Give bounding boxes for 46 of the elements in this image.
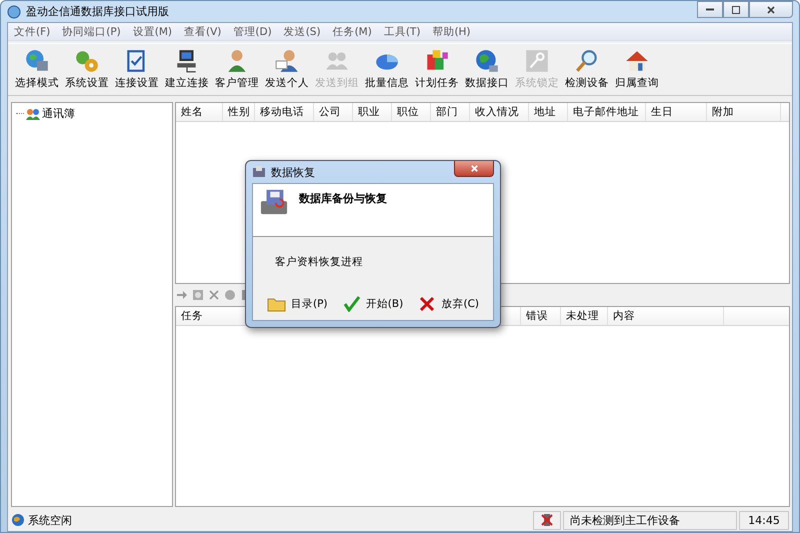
menu-item[interactable]: 查看(V) xyxy=(178,24,228,38)
toolbar-button[interactable]: 建立连接 xyxy=(162,47,212,91)
column-header[interactable]: 职位 xyxy=(392,103,431,121)
toolbar-button[interactable]: 系统设置 xyxy=(62,47,112,91)
menu-item[interactable]: 任务(M) xyxy=(326,24,378,38)
column-header[interactable]: 未处理 xyxy=(561,307,608,325)
toolbar-button[interactable]: 检测设备 xyxy=(562,47,612,91)
dialog-button[interactable]: 放弃(C) xyxy=(415,294,481,314)
menu-item[interactable]: 设置(M) xyxy=(126,24,178,38)
toolbar-button[interactable]: 发送个人 xyxy=(262,47,312,91)
column-header[interactable]: 部门 xyxy=(431,103,470,121)
menu-item[interactable]: 协同端口(P) xyxy=(56,24,127,38)
clock-time: 14:45 xyxy=(748,514,780,526)
tree-item[interactable]: 通讯簿 xyxy=(42,106,75,121)
column-header[interactable]: 移动电话 xyxy=(255,103,314,121)
column-header[interactable]: 附加 xyxy=(707,103,781,121)
column-header[interactable]: 公司 xyxy=(314,103,353,121)
status-text: 系统空闲 xyxy=(28,512,72,528)
menu-item[interactable]: 帮助(H) xyxy=(426,24,477,38)
toolbar-button[interactable]: 客户管理 xyxy=(212,47,262,91)
dialog-message: 客户资料恢复进程 xyxy=(275,255,364,269)
dialog-button[interactable]: 开始(B) xyxy=(340,294,406,314)
dialog-button[interactable]: 目录(P) xyxy=(265,294,330,314)
menu-item[interactable]: 文件(F) xyxy=(8,24,56,38)
device-status: 尚未检测到主工作设备 xyxy=(570,512,680,528)
menu-item[interactable]: 工具(T) xyxy=(378,24,426,38)
column-header[interactable]: 地址 xyxy=(529,103,568,121)
column-header[interactable]: 职业 xyxy=(353,103,392,121)
column-header[interactable]: 错误 xyxy=(521,307,561,325)
column-header[interactable]: 电子邮件地址 xyxy=(568,103,646,121)
dialog-title: 数据恢复 xyxy=(271,164,315,180)
toolbar-button[interactable]: 批量信息 xyxy=(362,47,412,91)
toolbar-button[interactable]: 归属查询 xyxy=(612,47,662,91)
dialog-heading: 数据库备份与恢复 xyxy=(299,191,387,206)
menu-item[interactable]: 发送(S) xyxy=(278,24,327,38)
toolbar-button[interactable]: 选择模式 xyxy=(12,47,62,91)
window-title: 盈动企信通数据库接口试用版 xyxy=(26,4,169,19)
column-header[interactable]: 收入情况 xyxy=(470,103,529,121)
column-header[interactable]: 生日 xyxy=(646,103,707,121)
toolbar-button[interactable]: 计划任务 xyxy=(412,47,462,91)
toolbar-button[interactable]: 数据接口 xyxy=(462,47,512,91)
column-header[interactable]: 内容 xyxy=(608,307,724,325)
menu-item[interactable]: 管理(D) xyxy=(227,24,278,38)
column-header[interactable]: 姓名 xyxy=(176,103,223,121)
column-header[interactable]: 性别 xyxy=(223,103,255,121)
toolbar-button[interactable]: 连接设置 xyxy=(112,47,162,91)
